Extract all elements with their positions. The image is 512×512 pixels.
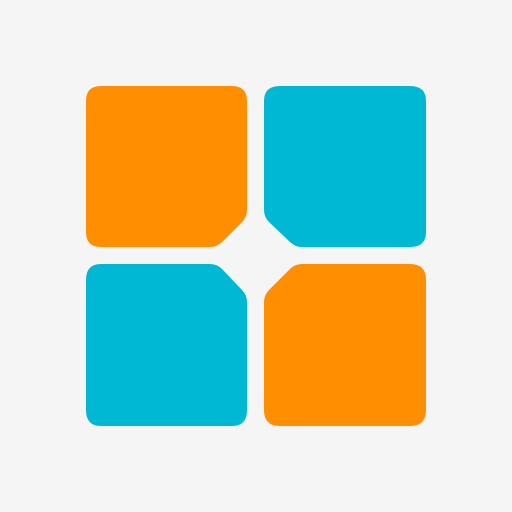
tile-bottom-left (86, 264, 247, 426)
icon-background (0, 0, 512, 512)
tile-top-right (264, 86, 426, 247)
tile-bottom-right (264, 264, 426, 426)
app-icon-canvas (0, 0, 512, 512)
four-tile-grid-icon (0, 0, 512, 512)
tile-top-left (86, 86, 247, 247)
